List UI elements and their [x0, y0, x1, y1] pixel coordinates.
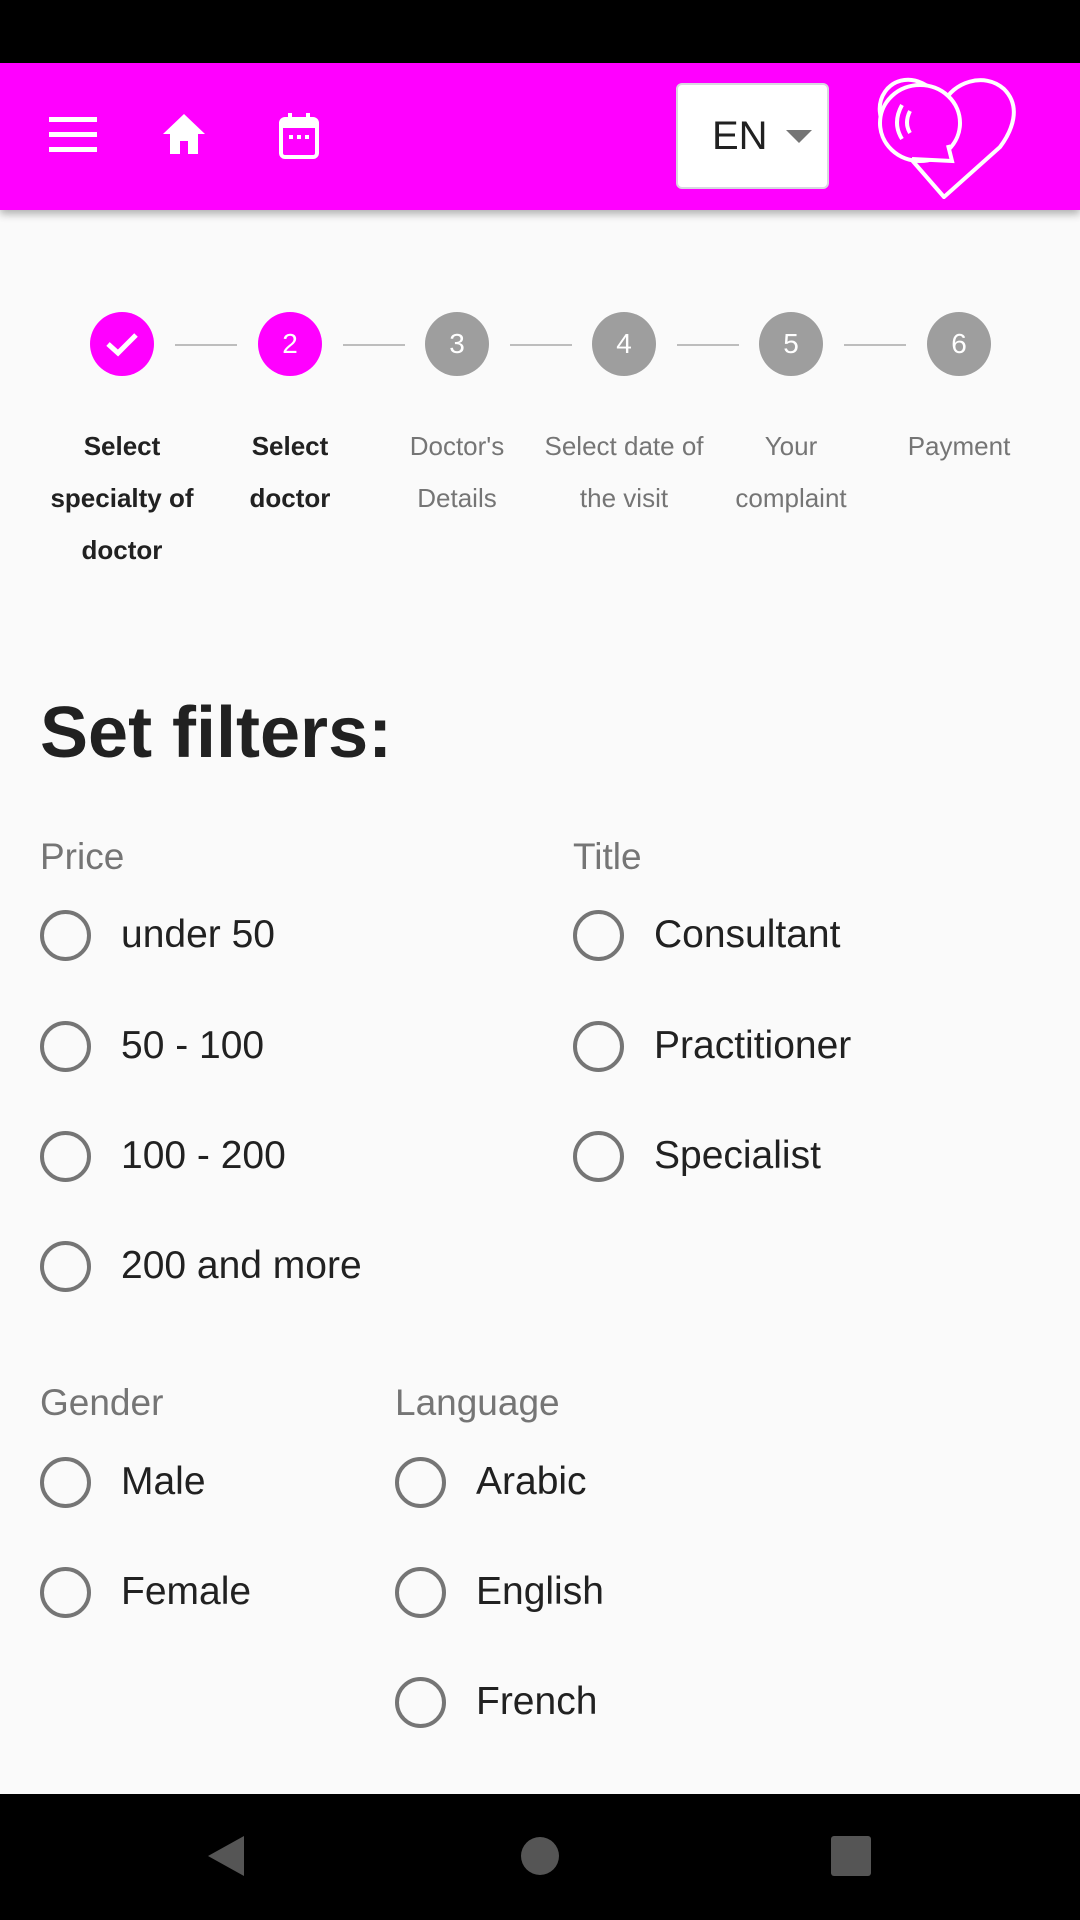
language-value: EN: [712, 113, 768, 158]
step-label: Doctor's Details: [409, 431, 505, 513]
radio-gender-male[interactable]: Male: [40, 1452, 206, 1512]
radio-label: Specialist: [654, 1134, 821, 1177]
step-connector: [510, 344, 572, 346]
back-icon[interactable]: [206, 1834, 246, 1878]
step-label: Your complaint: [735, 431, 847, 513]
radio-price-200-more[interactable]: 200 and more: [40, 1236, 362, 1296]
radio-price-100-200[interactable]: 100 - 200: [40, 1126, 286, 1186]
recents-icon[interactable]: [831, 1836, 871, 1876]
radio-circle[interactable]: [40, 1130, 91, 1182]
radio-gender-female[interactable]: Female: [40, 1562, 251, 1622]
page-title: Set filters:: [40, 693, 393, 773]
title-label: Title: [573, 836, 642, 877]
radio-label: Arabic: [476, 1460, 587, 1503]
radio-language-french[interactable]: French: [395, 1672, 597, 1732]
step-label: Select date of the visit: [544, 431, 704, 513]
step-label: Select specialty of doctor: [50, 431, 194, 565]
step-connector: [677, 344, 739, 346]
heart-speech-logo[interactable]: [872, 75, 1016, 199]
chevron-down-icon: [785, 129, 812, 143]
radio-circle[interactable]: [395, 1676, 446, 1728]
radio-label: Consultant: [654, 913, 841, 956]
price-label: Price: [40, 836, 125, 877]
step-connector: [343, 344, 405, 346]
radio-circle[interactable]: [573, 1020, 624, 1072]
radio-circle[interactable]: [40, 909, 91, 961]
step-label: Select doctor: [249, 431, 331, 513]
app-bar: EN: [0, 63, 1080, 210]
gender-label: Gender: [40, 1382, 164, 1423]
check-icon: [106, 333, 138, 357]
step-6[interactable]: 6: [927, 312, 991, 376]
radio-circle[interactable]: [573, 909, 624, 961]
system-nav-bar: [0, 1794, 1080, 1920]
calendar-icon[interactable]: [279, 113, 319, 159]
radio-language-english[interactable]: English: [395, 1562, 604, 1622]
radio-label: English: [476, 1570, 604, 1613]
home-nav-icon[interactable]: [520, 1836, 560, 1876]
radio-price-50-100[interactable]: 50 - 100: [40, 1016, 264, 1076]
radio-circle[interactable]: [40, 1020, 91, 1072]
step-5[interactable]: 5: [759, 312, 823, 376]
radio-language-arabic[interactable]: Arabic: [395, 1452, 587, 1512]
hamburger-menu-icon[interactable]: [49, 117, 97, 153]
radio-price-under-50[interactable]: under 50: [40, 905, 275, 965]
language-label: Language: [395, 1382, 560, 1423]
radio-label: under 50: [121, 913, 275, 956]
home-icon[interactable]: [163, 114, 205, 154]
radio-circle[interactable]: [395, 1456, 446, 1508]
radio-circle[interactable]: [40, 1240, 91, 1292]
radio-circle[interactable]: [40, 1566, 91, 1618]
radio-label: 100 - 200: [121, 1134, 286, 1177]
radio-label: Female: [121, 1570, 252, 1613]
radio-label: French: [476, 1680, 598, 1723]
radio-label: 200 and more: [121, 1244, 362, 1287]
radio-title-practitioner[interactable]: Practitioner: [573, 1016, 851, 1076]
step-2[interactable]: 2: [258, 312, 322, 376]
step-connector: [844, 344, 906, 346]
step-1-completed[interactable]: [90, 312, 154, 376]
step-label: Payment: [907, 431, 1011, 461]
status-bar: [0, 0, 1080, 63]
language-dropdown[interactable]: EN: [676, 83, 829, 189]
radio-label: Practitioner: [654, 1024, 852, 1067]
step-3[interactable]: 3: [425, 312, 489, 376]
radio-label: 50 - 100: [121, 1024, 265, 1067]
step-4[interactable]: 4: [592, 312, 656, 376]
radio-circle[interactable]: [395, 1566, 446, 1618]
radio-title-consultant[interactable]: Consultant: [573, 905, 840, 965]
step-connector: [175, 344, 237, 346]
radio-title-specialist[interactable]: Specialist: [573, 1126, 821, 1186]
radio-circle[interactable]: [573, 1130, 624, 1182]
radio-label: Male: [121, 1460, 206, 1503]
radio-circle[interactable]: [40, 1456, 91, 1508]
